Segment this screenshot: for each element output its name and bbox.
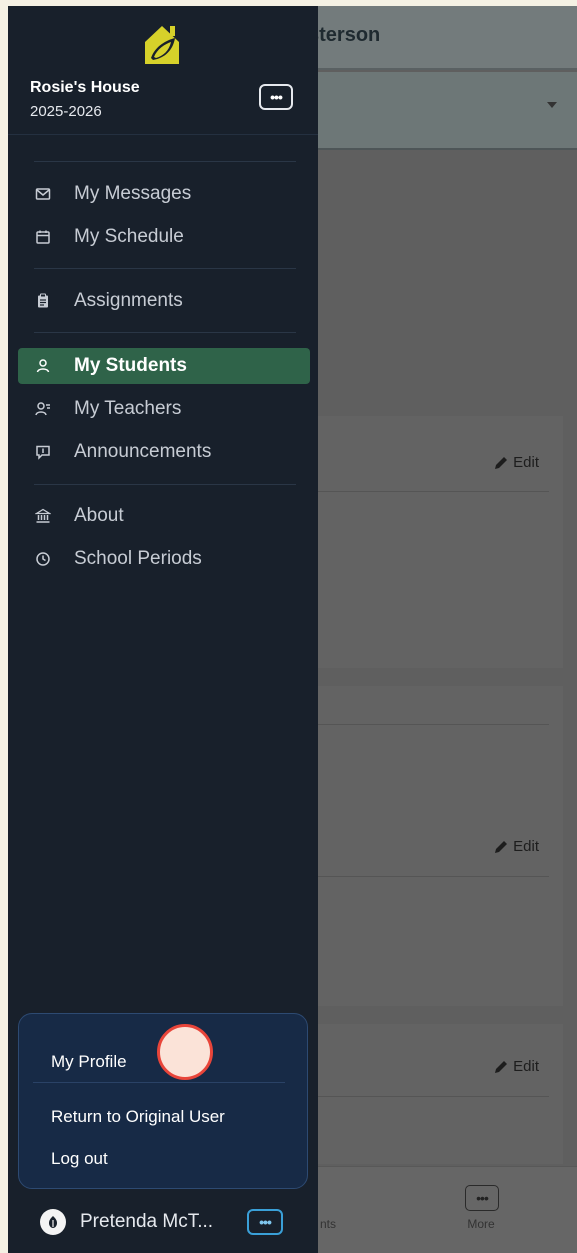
background-card: Edit	[308, 1024, 563, 1164]
bottom-nav-label: nts	[320, 1217, 337, 1231]
pencil-icon	[495, 840, 508, 853]
user-avatar-icon	[40, 1209, 66, 1235]
divider	[34, 161, 296, 162]
ellipsis-icon: •••	[270, 89, 283, 105]
ellipsis-icon: •••	[259, 1214, 272, 1230]
edit-label: Edit	[513, 454, 539, 471]
menu-item-my-profile[interactable]: My Profile	[51, 1052, 127, 1072]
edit-button: Edit	[493, 838, 539, 855]
app-frame: sterson Edit Edit Edit nts ••• More Rosi…	[8, 6, 577, 1253]
divider	[34, 332, 296, 333]
teacher-icon	[34, 400, 52, 418]
edit-button: Edit	[493, 454, 539, 471]
edit-button: Edit	[493, 1058, 539, 1075]
user-name: Pretenda McT...	[80, 1211, 214, 1232]
edit-label: Edit	[513, 838, 539, 855]
divider	[34, 268, 296, 269]
sidebar-item-label: My Schedule	[74, 226, 184, 247]
background-card: Edit	[308, 686, 563, 1006]
background-title: sterson	[308, 24, 381, 46]
click-indicator	[157, 1024, 213, 1080]
user-row[interactable]: Pretenda McT... •••	[8, 1196, 318, 1246]
sidebar-item-school-periods[interactable]: School Periods	[18, 541, 310, 577]
divider	[34, 484, 296, 485]
background-select	[308, 72, 577, 150]
ellipsis-icon: •••	[465, 1185, 499, 1211]
school-year: 2025-2026	[30, 103, 102, 120]
divider	[8, 134, 318, 135]
sidebar-item-label: My Students	[74, 355, 187, 376]
sidebar-item-my-students[interactable]: My Students	[18, 348, 310, 384]
sidebar-item-label: School Periods	[74, 548, 202, 569]
student-icon	[34, 357, 52, 375]
pencil-icon	[495, 456, 508, 469]
sidebar-item-my-messages[interactable]: My Messages	[18, 176, 310, 212]
envelope-icon	[34, 185, 52, 203]
calendar-icon	[34, 228, 52, 246]
school-name: Rosie's House	[30, 79, 140, 96]
sidebar-item-label: About	[74, 505, 124, 526]
megaphone-icon	[34, 443, 52, 461]
sidebar-item-label: My Teachers	[74, 398, 182, 419]
menu-item-log-out[interactable]: Log out	[51, 1149, 108, 1169]
sidebar-item-my-schedule[interactable]: My Schedule	[18, 219, 310, 255]
pencil-icon	[495, 1060, 508, 1073]
sidebar-item-label: Assignments	[74, 290, 183, 311]
sidebar-item-label: My Messages	[74, 183, 192, 204]
school-menu-button[interactable]: •••	[259, 84, 293, 110]
bottom-nav: nts ••• More	[308, 1166, 577, 1253]
caret-down-icon	[547, 102, 557, 108]
sidebar-item-label: Announcements	[74, 441, 212, 462]
sidebar-item-about[interactable]: About	[18, 498, 310, 534]
menu-item-return-to-original-user[interactable]: Return to Original User	[51, 1107, 225, 1127]
edit-label: Edit	[513, 1058, 539, 1075]
clipboard-icon	[34, 292, 52, 310]
user-menu-button[interactable]: •••	[247, 1209, 283, 1235]
sidebar: Rosie's House 2025-2026 ••• My Messages …	[8, 6, 318, 1253]
sidebar-item-my-teachers[interactable]: My Teachers	[18, 391, 310, 427]
bottom-nav-more-label: More	[467, 1217, 495, 1231]
sidebar-item-announcements[interactable]: Announcements	[18, 434, 310, 470]
house-leaf-logo	[145, 26, 179, 64]
divider	[33, 1082, 285, 1083]
sidebar-item-assignments[interactable]: Assignments	[18, 283, 310, 319]
clock-icon	[34, 550, 52, 568]
bank-icon	[34, 507, 52, 525]
background-card: Edit	[308, 416, 563, 668]
